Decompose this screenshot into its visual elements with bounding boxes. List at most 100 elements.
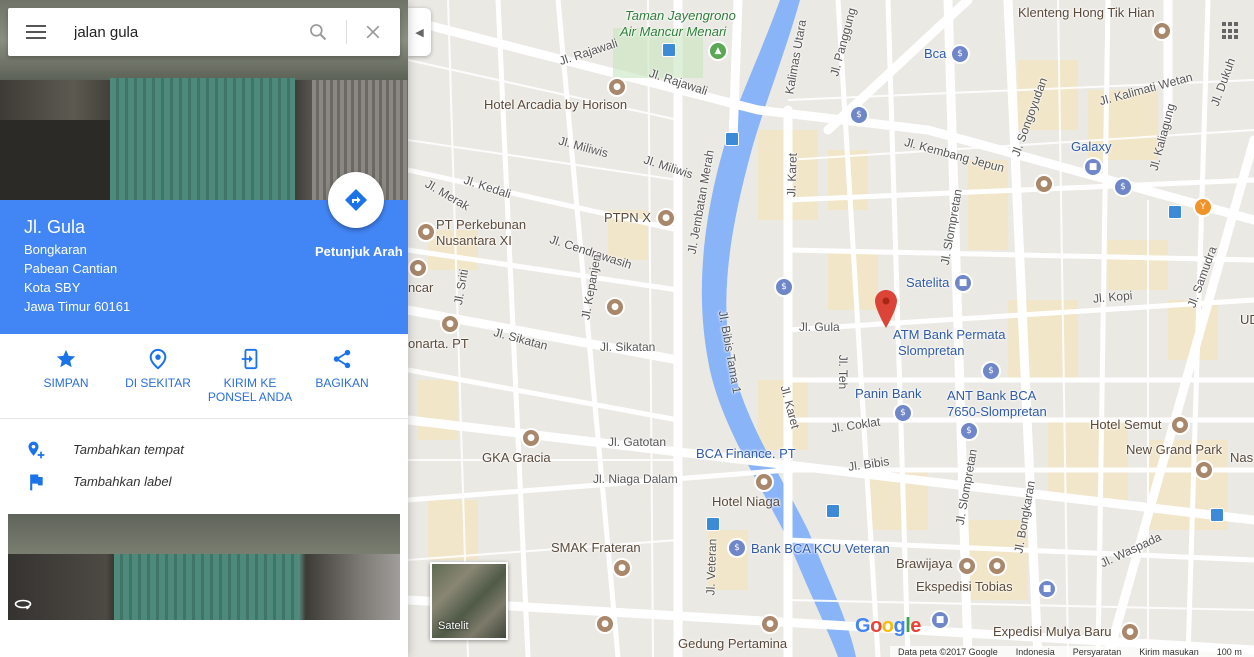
- location-marker-icon[interactable]: [875, 290, 897, 328]
- transit-icon[interactable]: [725, 132, 739, 146]
- street-view-thumbnail[interactable]: [8, 514, 400, 620]
- poi-label[interactable]: GKA Gracia: [482, 450, 551, 465]
- poi-label[interactable]: Bca: [924, 46, 946, 61]
- apps-grid-icon[interactable]: [1222, 22, 1240, 40]
- directions-label[interactable]: Petunjuk Arah: [315, 244, 403, 259]
- google-logo-letter: o: [870, 615, 882, 637]
- poi-marker-icon[interactable]: ●: [754, 472, 774, 492]
- temple-icon[interactable]: ●: [1152, 21, 1172, 41]
- close-icon[interactable]: [363, 22, 383, 42]
- save-button[interactable]: SIMPAN: [20, 348, 112, 390]
- scale-label: 100 m: [1216, 646, 1242, 657]
- school-icon[interactable]: ●: [612, 558, 632, 578]
- poi-label[interactable]: ANT Bank BCA: [947, 388, 1036, 403]
- poi-label[interactable]: SMAK Frateran: [551, 540, 641, 555]
- poi-label[interactable]: Bank BCA KCU Veteran: [751, 541, 890, 556]
- poi-label[interactable]: BCA Finance. PT: [696, 446, 796, 461]
- nearby-button[interactable]: DI SEKITAR: [112, 348, 204, 390]
- send-to-phone-icon: [241, 348, 258, 370]
- transit-icon[interactable]: [662, 43, 676, 57]
- google-logo-letter: g: [893, 615, 906, 637]
- shopping-icon[interactable]: ■: [1037, 579, 1057, 599]
- poi-marker-icon[interactable]: ●: [595, 614, 615, 634]
- shopping-icon[interactable]: ■: [953, 273, 973, 293]
- poi-label[interactable]: Nas: [1230, 450, 1253, 465]
- poi-label[interactable]: onarta. PT: [408, 336, 469, 351]
- bank-icon[interactable]: $: [950, 44, 970, 64]
- search-icon[interactable]: [308, 22, 328, 42]
- photo-floor: [0, 120, 110, 200]
- bank-icon[interactable]: $: [727, 538, 747, 558]
- park-icon[interactable]: ▲: [708, 41, 728, 61]
- transit-icon[interactable]: [1168, 205, 1182, 219]
- poi-label[interactable]: 7650-Slompretan: [947, 404, 1047, 419]
- church-icon[interactable]: ●: [521, 428, 541, 448]
- transit-icon[interactable]: [1210, 508, 1224, 522]
- hotel-icon[interactable]: ●: [1194, 460, 1214, 480]
- poi-label[interactable]: PTPN X: [604, 210, 651, 225]
- poi-label[interactable]: Hotel Niaga: [712, 494, 780, 509]
- poi-label[interactable]: New Grand Park: [1126, 442, 1222, 457]
- poi-label[interactable]: Galaxy: [1071, 139, 1111, 154]
- worship-icon[interactable]: ●: [605, 297, 625, 317]
- poi-marker-icon[interactable]: ●: [1034, 174, 1054, 194]
- poi-label[interactable]: Satelita: [906, 275, 949, 290]
- poi-marker-icon[interactable]: ●: [656, 208, 676, 228]
- poi-label[interactable]: Air Mancur Menari: [620, 24, 726, 39]
- street-label: Jl. Niaga Dalam: [593, 472, 678, 486]
- bank-icon[interactable]: $: [1113, 177, 1133, 197]
- poi-marker-icon[interactable]: ●: [440, 314, 460, 334]
- add-place-row[interactable]: Tambahkan tempat: [0, 436, 408, 464]
- hotel-icon[interactable]: ●: [607, 77, 627, 97]
- map-canvas[interactable]: Jl. Rajawali Jl. Rajawali Jl. Miliwis Jl…: [408, 0, 1254, 657]
- bank-icon[interactable]: $: [849, 105, 869, 125]
- shopping-icon[interactable]: ■: [1083, 157, 1103, 177]
- atm-icon[interactable]: $: [981, 361, 1001, 381]
- poi-marker-icon[interactable]: ●: [416, 222, 436, 242]
- street-label: Jl. Sikatan: [600, 340, 656, 354]
- share-button[interactable]: BAGIKAN: [296, 348, 388, 390]
- transit-icon[interactable]: [706, 517, 720, 531]
- shopping-icon[interactable]: ■: [930, 610, 950, 630]
- send-to-phone-button[interactable]: KIRIM KE PONSEL ANDA: [204, 348, 296, 404]
- poi-label[interactable]: Taman Jayengrono: [625, 8, 736, 23]
- bank-icon[interactable]: $: [893, 403, 913, 423]
- poi-marker-icon[interactable]: ●: [408, 258, 428, 278]
- poi-label[interactable]: Klenteng Hong Tik Hian: [1018, 5, 1155, 20]
- restaurant-icon[interactable]: Y: [1193, 197, 1213, 217]
- menu-icon[interactable]: [26, 25, 46, 39]
- map-footer: Data peta ©2017 Google Indonesia Persyar…: [890, 646, 1254, 657]
- poi-label[interactable]: Hotel Arcadia by Horison: [484, 97, 627, 112]
- poi-marker-icon[interactable]: ●: [760, 614, 780, 634]
- poi-label[interactable]: ATM Bank Permata: [893, 327, 1005, 342]
- collapse-panel-button[interactable]: ◀: [408, 8, 431, 56]
- feedback-link[interactable]: Kirim masukan: [1139, 647, 1199, 657]
- poi-label[interactable]: PT Perkebunan: [436, 217, 526, 232]
- poi-marker-icon[interactable]: ●: [1120, 622, 1140, 642]
- directions-button[interactable]: [328, 172, 384, 228]
- poi-label[interactable]: ncar: [408, 280, 433, 295]
- transit-icon[interactable]: [826, 504, 840, 518]
- search-input[interactable]: [72, 22, 286, 42]
- terms-link[interactable]: Persyaratan: [1073, 647, 1122, 657]
- google-logo-letter: e: [910, 615, 921, 637]
- poi-label[interactable]: Panin Bank: [855, 386, 922, 401]
- add-label-row[interactable]: Tambahkan label: [0, 468, 408, 496]
- nearby-icon: [149, 348, 167, 370]
- poi-label[interactable]: UD: [1240, 312, 1254, 327]
- poi-label[interactable]: Hotel Semut: [1090, 417, 1162, 432]
- poi-label[interactable]: Gedung Pertamina: [678, 636, 787, 651]
- map-data-credit: Data peta ©2017 Google: [898, 646, 998, 657]
- poi-label[interactable]: Brawijaya: [896, 556, 952, 571]
- satellite-toggle[interactable]: Satelit: [430, 562, 508, 640]
- poi-label[interactable]: Slompretan: [898, 343, 964, 358]
- bank-icon[interactable]: $: [774, 277, 794, 297]
- poi-label[interactable]: Expedisi Mulya Baru: [993, 624, 1112, 639]
- bank-icon[interactable]: $: [959, 421, 979, 441]
- poi-marker-icon[interactable]: ●: [987, 556, 1007, 576]
- region-link[interactable]: Indonesia: [1016, 647, 1055, 657]
- poi-marker-icon[interactable]: ●: [957, 556, 977, 576]
- hotel-icon[interactable]: ●: [1170, 415, 1190, 435]
- poi-label[interactable]: Ekspedisi Tobias: [916, 579, 1013, 594]
- poi-label[interactable]: Nusantara XI: [436, 233, 512, 248]
